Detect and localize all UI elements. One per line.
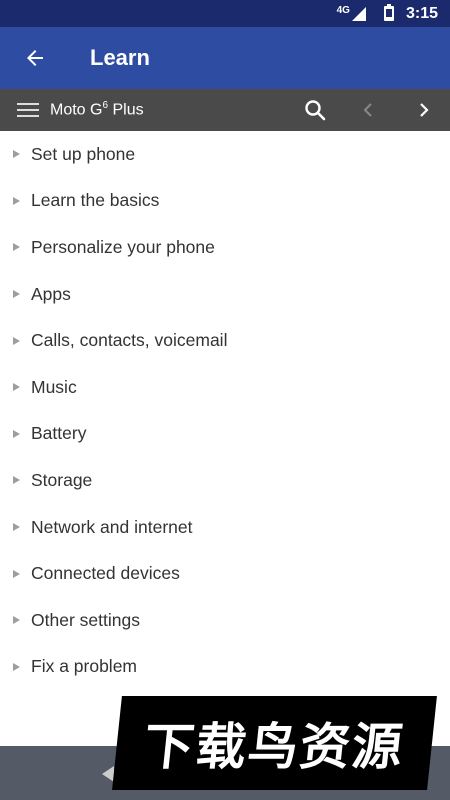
expand-triangle-icon [13, 196, 20, 205]
watermark-logo: 下载鸟资源 [112, 696, 437, 790]
topic-list: Set up phone Learn the basics Personaliz… [0, 131, 450, 690]
topic-label: Calls, contacts, voicemail [31, 330, 228, 351]
topic-item[interactable]: Fix a problem [0, 644, 450, 691]
topic-item[interactable]: Battery [0, 411, 450, 458]
expand-triangle-icon [13, 616, 20, 625]
expand-triangle-icon [13, 523, 20, 532]
next-button[interactable] [396, 89, 450, 131]
expand-triangle-icon [13, 476, 20, 485]
topic-label: Storage [31, 469, 93, 490]
chevron-left-icon [363, 103, 372, 117]
topic-item[interactable]: Calls, contacts, voicemail [0, 317, 450, 364]
page-title: Learn [90, 45, 150, 70]
battery-icon [383, 4, 394, 21]
back-button[interactable] [0, 27, 70, 89]
clock: 3:15 [405, 4, 438, 22]
topic-label: Other settings [31, 609, 140, 630]
topic-item[interactable]: Apps [0, 271, 450, 318]
expand-triangle-icon [13, 429, 20, 438]
signal-icon [351, 6, 366, 21]
app-bar: Learn [0, 27, 450, 89]
search-icon [305, 100, 326, 121]
topic-item[interactable]: Storage [0, 457, 450, 504]
topic-item[interactable]: Set up phone [0, 131, 450, 178]
topic-label: Set up phone [31, 143, 136, 164]
device-name-base: Moto G [50, 101, 103, 119]
topic-label: Battery [31, 423, 87, 444]
expand-triangle-icon [13, 336, 20, 345]
expand-triangle-icon [13, 383, 20, 392]
hamburger-menu-icon[interactable] [8, 89, 48, 131]
topic-label: Personalize your phone [31, 236, 215, 257]
expand-triangle-icon [13, 150, 20, 159]
expand-triangle-icon [13, 662, 20, 671]
device-toolbar: Moto G6 Plus [0, 89, 450, 131]
topic-item[interactable]: Other settings [0, 597, 450, 644]
topic-label: Apps [31, 283, 71, 304]
previous-button[interactable] [342, 89, 396, 131]
topic-label: Fix a problem [31, 656, 138, 677]
topic-item[interactable]: Personalize your phone [0, 224, 450, 271]
topic-item[interactable]: Learn the basics [0, 178, 450, 225]
network-type: 4G [336, 5, 350, 16]
expand-triangle-icon [13, 569, 20, 578]
status-bar: 4G 3:15 [0, 0, 450, 27]
device-name-suffix: Plus [108, 101, 144, 119]
topic-item[interactable]: Network and internet [0, 504, 450, 551]
expand-triangle-icon [13, 243, 20, 252]
topic-label: Music [31, 376, 77, 397]
chevron-right-icon [420, 103, 429, 117]
topic-label: Learn the basics [31, 190, 160, 211]
topic-label: Network and internet [31, 516, 193, 537]
search-button[interactable] [288, 89, 342, 131]
topic-item[interactable]: Connected devices [0, 550, 450, 597]
arrow-back-icon [27, 50, 43, 66]
device-name: Moto G6 Plus [50, 100, 144, 119]
topic-label: Connected devices [31, 563, 180, 584]
expand-triangle-icon [13, 290, 20, 299]
topic-item[interactable]: Music [0, 364, 450, 411]
